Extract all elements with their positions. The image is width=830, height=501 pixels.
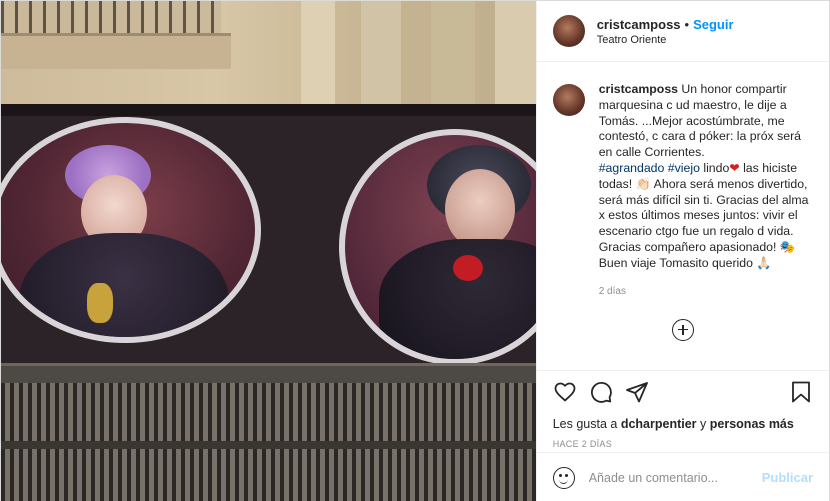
post-location[interactable]: Teatro Oriente [597,34,734,46]
publish-button[interactable]: Publicar [762,470,813,485]
caption-text-part2: lindo [703,160,730,175]
portrait-chair [87,283,113,323]
photo-balcony-railing [1,1,221,33]
emoji-icon[interactable] [552,466,575,489]
photo-grate-band [1,441,536,449]
photo-column [361,1,401,111]
photo-column [431,1,475,111]
photo-cornice [1,33,231,69]
portrait-rose [453,255,483,281]
likes-user[interactable]: dcharpentier [621,417,697,431]
marquee-sign-edge [1,104,536,116]
comments-section: cristcamposs Un honor compartir marquesi… [537,62,829,370]
plus-circle-icon[interactable] [671,318,694,341]
likes-connector: y [700,417,707,431]
photo-column [301,1,335,111]
follow-button[interactable]: Seguir [693,17,733,32]
author-username[interactable]: cristcamposs [597,17,681,32]
separator-dot: • [684,16,690,32]
portrait-face [445,169,515,249]
caption-author-avatar[interactable] [552,84,585,116]
post-photo[interactable] [1,1,536,501]
load-more-comments[interactable] [553,318,813,341]
likes-summary: Les gusta a dcharpentier y personas más [553,417,813,431]
add-comment-bar: Publicar [536,452,829,501]
comment-input[interactable] [588,470,762,485]
paper-plane-icon[interactable] [625,380,649,404]
caption-text-part3: las hiciste todas! 👏🏻 Ahora será menos d… [598,160,809,270]
marquee-portrait-left [1,117,261,343]
caption-age: 2 días [598,285,626,297]
photo-column [495,1,536,111]
post-date: HACE 2 DÍAS [552,439,613,449]
caption-text: cristcamposs Un honor compartir marquesi… [599,82,811,272]
caption-comment: cristcamposs Un honor compartir marquesi… [552,82,813,272]
action-icons-row [553,379,813,405]
likes-others[interactable]: personas más [710,417,794,431]
hashtag-viejo[interactable]: #viejo [668,161,700,175]
instagram-post: cristcamposs • Seguir Teatro Oriente cri… [0,0,830,501]
comment-icon[interactable] [589,380,613,404]
heart-emoji: ❤ [729,160,740,175]
post-header: cristcamposs • Seguir Teatro Oriente [536,1,829,62]
post-actions: Les gusta a dcharpentier y personas más … [536,370,829,452]
caption-username[interactable]: cristcamposs [599,82,678,96]
portrait-body [19,233,229,337]
author-avatar[interactable] [552,15,585,47]
bookmark-icon[interactable] [789,380,813,404]
author-info: cristcamposs • Seguir Teatro Oriente [597,17,734,46]
post-side-panel: cristcamposs • Seguir Teatro Oriente cri… [535,1,829,501]
author-row: cristcamposs • Seguir [597,17,734,32]
hashtag-agrandado[interactable]: #agrandado [599,161,665,175]
likes-prefix: Les gusta a [552,417,618,431]
heart-icon[interactable] [553,380,577,404]
photo-rail [1,363,536,383]
